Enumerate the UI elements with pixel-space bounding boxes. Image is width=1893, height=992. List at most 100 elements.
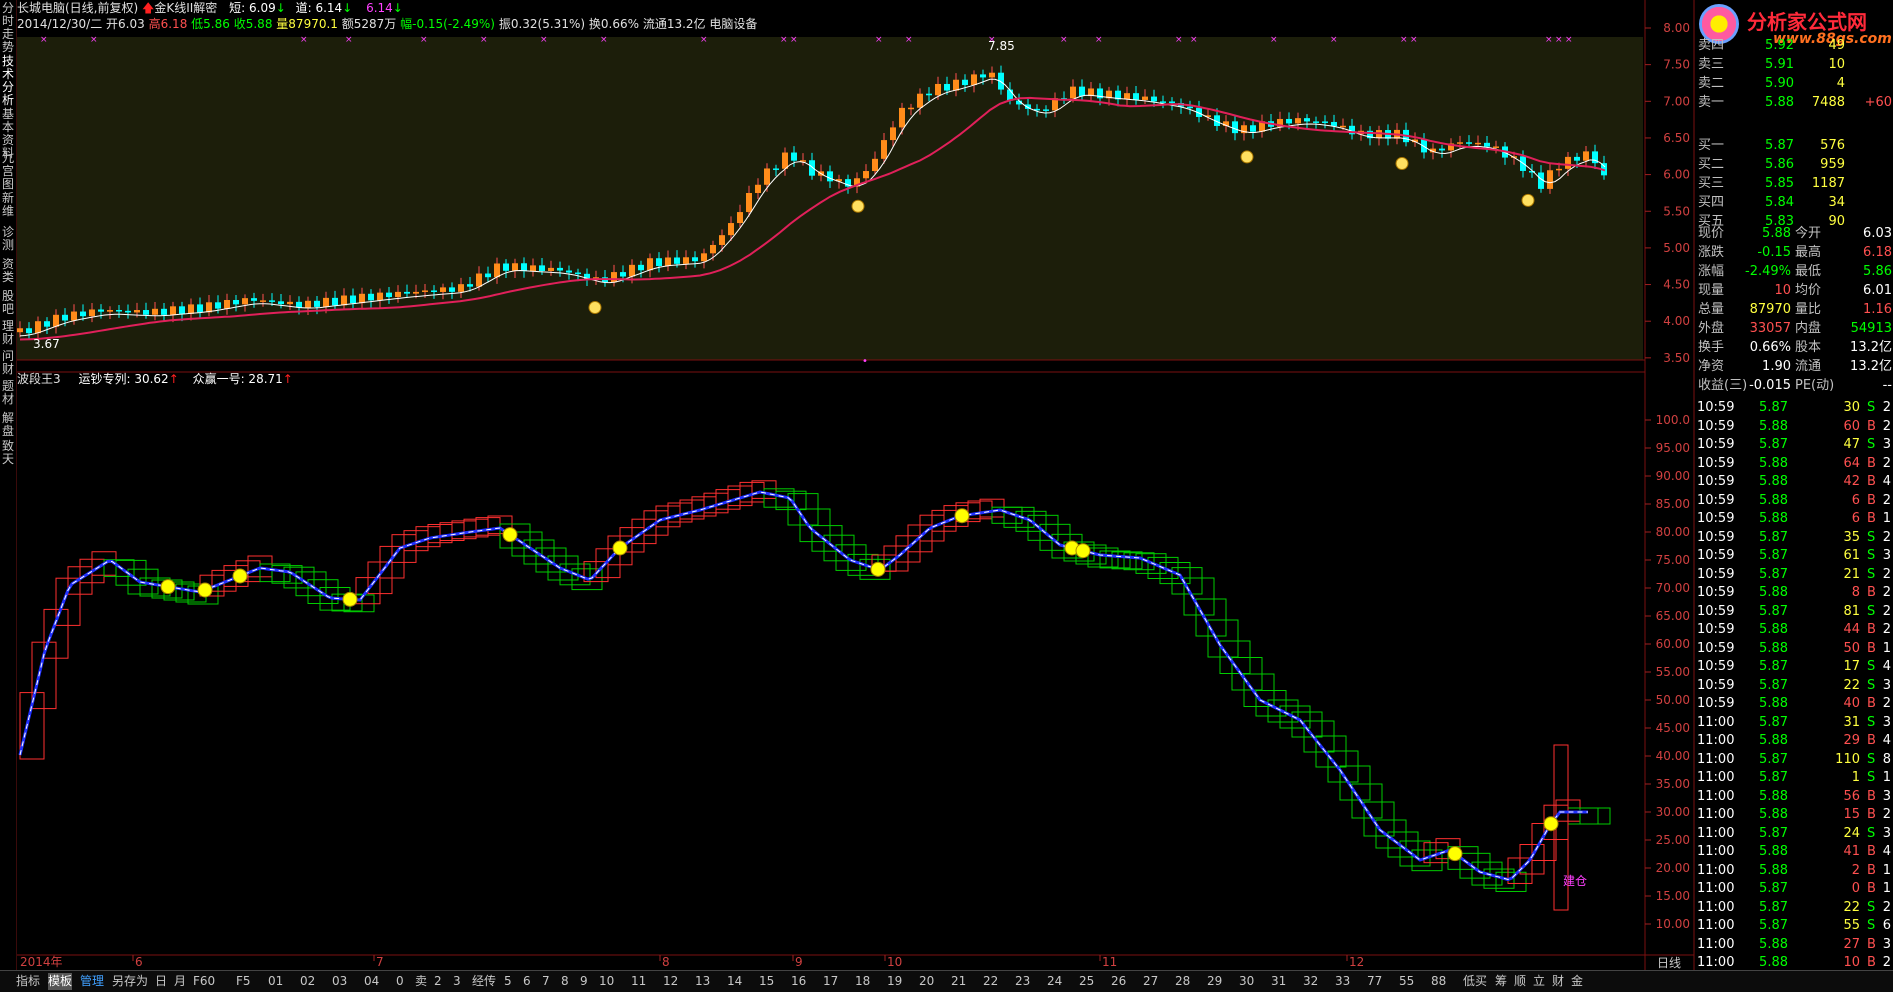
tick-row: 11:00 5.88 2 B 1 <box>1695 861 1893 880</box>
tick-volume: 8 <box>1851 585 1860 600</box>
period-label[interactable]: 日线 <box>1657 955 1681 972</box>
bottom-button-45[interactable]: 32 <box>1303 973 1318 990</box>
bottom-button-17[interactable]: 经传 <box>472 973 496 990</box>
price-panel[interactable] <box>17 37 1643 360</box>
bottom-button-37[interactable]: 24 <box>1047 973 1062 990</box>
bottom-button-31[interactable]: 18 <box>855 973 870 990</box>
left-tab-12[interactable]: 解盘 <box>1 412 15 438</box>
bottom-button-52[interactable]: 顺 <box>1514 973 1526 990</box>
indicator-panel-name[interactable]: 波段王3 <box>17 372 61 386</box>
candle-body <box>1187 106 1193 109</box>
bottom-button-3[interactable]: 管理 <box>80 973 104 990</box>
bottom-button-47[interactable]: 77 <box>1367 973 1382 990</box>
bottom-button-26[interactable]: 13 <box>695 973 710 990</box>
left-tab-1[interactable]: 分时走势 <box>1 2 15 54</box>
candle-body <box>944 83 950 91</box>
bottom-button-33[interactable]: 20 <box>919 973 934 990</box>
bottom-button-27[interactable]: 14 <box>727 973 742 990</box>
bottom-button-43[interactable]: 30 <box>1239 973 1254 990</box>
bottom-button-42[interactable]: 29 <box>1207 973 1222 990</box>
left-tab-2[interactable]: 技术分析 <box>1 55 15 107</box>
left-tab-13[interactable]: 致天 <box>1 440 15 466</box>
bottom-button-22[interactable]: 9 <box>580 973 588 990</box>
bottom-button-2[interactable]: 模板 <box>48 973 73 990</box>
bottom-button-38[interactable]: 25 <box>1079 973 1094 990</box>
bottom-button-44[interactable]: 31 <box>1271 973 1286 990</box>
bottom-button-19[interactable]: 6 <box>523 973 531 990</box>
candle-body <box>1313 121 1319 123</box>
left-tab-4[interactable]: 九宫图 <box>1 152 15 191</box>
indicator-lines <box>18 490 1588 882</box>
bottom-button-9[interactable]: 01 <box>268 973 283 990</box>
left-tab-11[interactable]: 题材 <box>1 380 15 406</box>
bottom-button-55[interactable]: 金 <box>1571 973 1583 990</box>
tick-count: 2 <box>1882 455 1891 471</box>
bottom-button-36[interactable]: 23 <box>1015 973 1030 990</box>
bottom-button-39[interactable]: 26 <box>1111 973 1126 990</box>
bottom-button-40[interactable]: 27 <box>1143 973 1158 990</box>
bottom-button-12[interactable]: 04 <box>364 973 379 990</box>
bottom-button-30[interactable]: 17 <box>823 973 838 990</box>
bottom-button-53[interactable]: 立 <box>1533 973 1545 990</box>
bottom-button-54[interactable]: 财 <box>1552 973 1564 990</box>
bottom-button-21[interactable]: 8 <box>561 973 569 990</box>
bottom-button-49[interactable]: 88 <box>1431 973 1446 990</box>
tick-row: 10:59 5.88 64 B 2 <box>1695 454 1893 473</box>
left-tab-strip: 分时走势 技术分析 基本资料 九宫图 新维 诊测 资类 股吧 理财 问财 题材 解盘 致天 <box>0 0 17 970</box>
bottom-button-14[interactable]: 卖 <box>415 973 427 990</box>
bottom-button-23[interactable]: 10 <box>599 973 614 990</box>
candle-body <box>161 308 167 315</box>
bottom-button-48[interactable]: 55 <box>1399 973 1414 990</box>
bottom-button-51[interactable]: 筹 <box>1495 973 1507 990</box>
bottom-button-20[interactable]: 7 <box>542 973 550 990</box>
bottom-button-28[interactable]: 15 <box>759 973 774 990</box>
bottom-button-24[interactable]: 11 <box>631 973 646 990</box>
left-tab-9[interactable]: 理财 <box>1 320 15 346</box>
bottom-button-4[interactable]: 另存为 <box>112 973 148 990</box>
chart-canvas[interactable]: 8.00 7.50 7.00 6.50 6.00 5.50 5.00 4.50 4.00 3.50… <box>0 0 1893 991</box>
bottom-button-13[interactable]: 0 <box>396 973 404 990</box>
bottom-button-6[interactable]: 月 <box>174 973 186 990</box>
bottom-button-34[interactable]: 21 <box>951 973 966 990</box>
bottom-button-5[interactable]: 日 <box>155 973 167 990</box>
bottom-button-10[interactable]: 02 <box>300 973 315 990</box>
quote-row: 外盘 33057 内盘 54913 <box>1695 319 1893 338</box>
tick-volume: 61 <box>1843 548 1860 563</box>
bottom-button-35[interactable]: 22 <box>983 973 998 990</box>
tick-row: 11:00 5.88 56 B 3 <box>1695 787 1893 806</box>
smiley-icon <box>342 591 358 607</box>
bottom-button-7[interactable]: F60 <box>193 973 215 990</box>
bottom-button-16[interactable]: 3 <box>453 973 461 990</box>
tick-row: 10:59 5.88 42 B 4 <box>1695 472 1893 491</box>
bottom-button-11[interactable]: 03 <box>332 973 347 990</box>
tick-count: 3 <box>1882 825 1891 841</box>
bottom-button-32[interactable]: 19 <box>887 973 902 990</box>
tick-time: 10:59 <box>1697 548 1735 563</box>
tick-time: 10:59 <box>1697 455 1735 471</box>
bottom-button-8[interactable]: F5 <box>236 973 251 990</box>
left-tab-7[interactable]: 资类 <box>1 258 15 284</box>
tick-time: 11:00 <box>1697 844 1735 859</box>
left-tab-5[interactable]: 新维 <box>1 192 15 218</box>
candle-body <box>98 309 104 312</box>
bottom-button-50[interactable]: 低买 <box>1463 973 1487 990</box>
sector[interactable]: 电脑设备 <box>709 17 757 31</box>
left-tab-6[interactable]: 诊测 <box>1 226 15 252</box>
indicator-title-bar: 波段王3 运钞专列: 30.62↑ 众赢一号: 28.71↑ <box>17 371 293 387</box>
bottom-button-15[interactable]: 2 <box>434 973 442 990</box>
bottom-button-18[interactable]: 5 <box>504 973 512 990</box>
bottom-button-1[interactable]: 指标 <box>16 973 40 990</box>
bottom-button-25[interactable]: 12 <box>663 973 678 990</box>
left-tab-8[interactable]: 股吧 <box>1 290 15 316</box>
indicator-tick-label: 45.00 <box>1656 721 1690 735</box>
bottom-button-41[interactable]: 28 <box>1175 973 1190 990</box>
left-tab-10[interactable]: 问财 <box>1 350 15 376</box>
pink-mark: × <box>1565 35 1573 45</box>
indicator-name[interactable]: 金K线II解密 <box>154 1 217 15</box>
bottom-button-29[interactable]: 16 <box>791 973 806 990</box>
quote-label: 现量 <box>1698 283 1725 298</box>
tick-time: 11:00 <box>1697 918 1735 933</box>
tick-count: 2 <box>1882 622 1891 637</box>
bottom-button-46[interactable]: 33 <box>1335 973 1350 990</box>
candle-body <box>638 264 644 271</box>
